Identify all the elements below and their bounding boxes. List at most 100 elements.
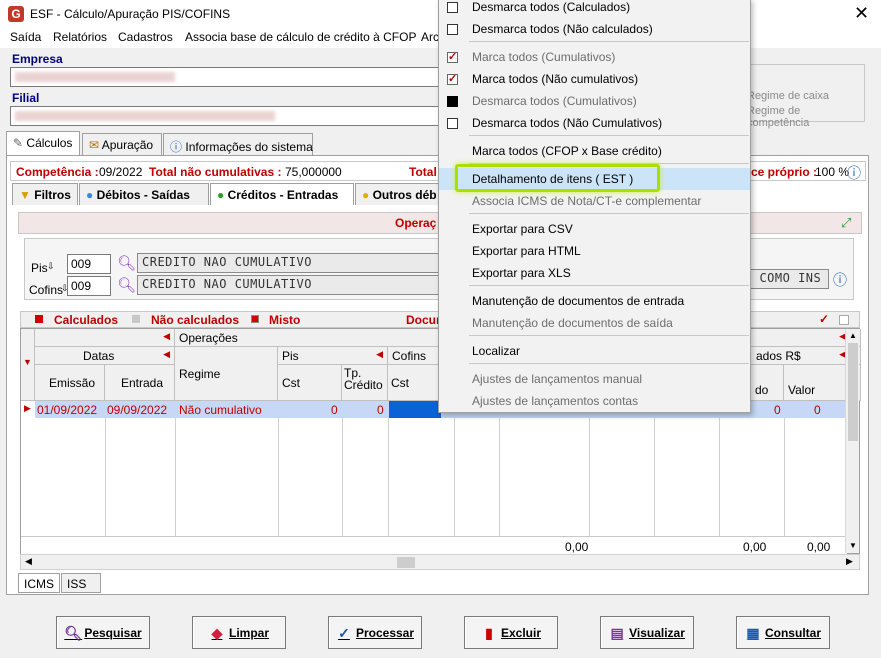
competencia-label: Competência : bbox=[16, 165, 99, 179]
indice-label: ce próprio : bbox=[751, 165, 818, 179]
scroll-right-icon[interactable]: ▶ bbox=[846, 556, 853, 567]
col-pis-cst[interactable]: Cst bbox=[278, 365, 342, 401]
menu-separator bbox=[469, 363, 749, 364]
grid-line bbox=[175, 418, 176, 536]
menu-ajustes-contas[interactable]: Ajustes de lançamentos contas bbox=[439, 390, 750, 412]
col-group-blank: ◀ bbox=[35, 329, 175, 347]
expand-icon[interactable]: ⤢ bbox=[841, 215, 851, 231]
menu-arquivo[interactable]: Arc bbox=[421, 30, 439, 44]
menu-saida[interactable]: Saída bbox=[10, 30, 41, 44]
checkbox-icon bbox=[447, 118, 458, 129]
menu-localizar[interactable]: Localizar bbox=[439, 340, 750, 362]
empresa-combo[interactable] bbox=[10, 67, 440, 87]
printer-icon: ▤ bbox=[610, 624, 624, 641]
close-icon[interactable]: ✕ bbox=[854, 4, 869, 22]
tab-informacoes[interactable]: ⓘ Informações do sistema bbox=[163, 133, 313, 155]
col-tp-credito[interactable]: Tp. Crédito bbox=[342, 365, 388, 401]
tab-filtros[interactable]: ▼ Filtros bbox=[12, 183, 78, 205]
tab-iss[interactable]: ISS bbox=[61, 573, 101, 593]
tab-outros[interactable]: ● Outros déb bbox=[355, 183, 445, 205]
tab-apuracao[interactable]: ✉ Apuração bbox=[82, 133, 162, 155]
cofins-search-icon[interactable]: 🔍︎ bbox=[117, 276, 136, 294]
limpar-button[interactable]: ◆ Limpar bbox=[192, 616, 286, 649]
blue-dot-icon: ● bbox=[86, 188, 94, 202]
app-logo-icon: G bbox=[8, 6, 24, 22]
pis-search-icon[interactable]: 🔍︎ bbox=[117, 254, 136, 272]
menu-exportar-html[interactable]: Exportar para HTML bbox=[439, 240, 750, 262]
menu-desmarca-calculados[interactable]: Desmarca todos (Calculados) bbox=[439, 0, 750, 18]
pesquisar-button[interactable]: 🔍︎ Pesquisar bbox=[56, 616, 150, 649]
scroll-left-icon[interactable]: ◀ bbox=[25, 556, 32, 567]
misto-swatch bbox=[251, 315, 259, 323]
col-entrada[interactable]: Entrada bbox=[105, 365, 175, 401]
filial-combo[interactable] bbox=[10, 106, 440, 126]
excluir-button[interactable]: ▮ Excluir bbox=[464, 616, 558, 649]
grid-line bbox=[454, 418, 455, 536]
menu-associa-icms[interactable]: Associa ICMS de Nota/CT-e complementar bbox=[439, 190, 750, 212]
cell-pis-cst: 0 bbox=[331, 403, 338, 417]
calc-icon: ✎ bbox=[13, 136, 24, 150]
total2-label: Total bbox=[409, 165, 437, 179]
grid-line bbox=[719, 418, 720, 536]
menu-cadastros[interactable]: Cadastros bbox=[118, 30, 173, 44]
grid-line bbox=[278, 418, 279, 536]
black-square-icon bbox=[447, 96, 458, 107]
pis-sort-icon: ⇩ bbox=[47, 261, 55, 271]
menu-marca-cfop[interactable]: Marca todos (CFOP x Base crédito) bbox=[439, 140, 750, 162]
consultar-button[interactable]: ▦ Consultar bbox=[736, 616, 830, 649]
grid-line bbox=[784, 418, 785, 536]
cell-entrada: 09/09/2022 bbox=[107, 403, 168, 417]
pis-code-input[interactable]: 009 bbox=[67, 254, 111, 274]
menu-associa-base[interactable]: Associa base de cálculo de crédito à CFO… bbox=[185, 30, 416, 44]
tab-icms[interactable]: ICMS bbox=[18, 573, 60, 593]
menu-manutencao-entrada[interactable]: Manutenção de documentos de entrada bbox=[439, 290, 750, 312]
col-emissao[interactable]: Emissão bbox=[35, 365, 105, 401]
pis-label: Pis bbox=[31, 261, 48, 275]
scroll-thumb[interactable] bbox=[848, 343, 858, 441]
info-icon[interactable]: ⓘ bbox=[833, 270, 847, 290]
info-icon: ⓘ bbox=[170, 140, 183, 154]
legend-misto: Misto bbox=[269, 313, 301, 327]
total-cell-3: 0,00 bbox=[807, 540, 831, 554]
info-icon[interactable]: ⓘ bbox=[847, 163, 861, 183]
col-regime[interactable]: Regime bbox=[175, 347, 278, 401]
menu-desmarca-cumulativos[interactable]: Desmarca todos (Cumulativos) bbox=[439, 90, 750, 112]
processar-button[interactable]: ✓ Processar bbox=[328, 616, 422, 649]
cell-cofins-cst-focus[interactable] bbox=[389, 401, 441, 418]
horizontal-scrollbar[interactable]: ◀ ▶ bbox=[20, 554, 860, 570]
grid-line bbox=[499, 418, 500, 536]
vertical-scrollbar[interactable]: ▲ ▼ bbox=[845, 329, 859, 553]
total-label: Total não cumulativas : bbox=[149, 165, 282, 179]
col-group-pis: Pis ◀ bbox=[278, 347, 388, 365]
hscroll-thumb[interactable] bbox=[397, 557, 415, 568]
regime-competencia[interactable]: Regime de competência bbox=[747, 105, 864, 129]
search-icon: 🔍︎ bbox=[64, 624, 83, 641]
regime-caixa[interactable]: Regime de caixa bbox=[747, 90, 829, 102]
tab-creditos[interactable]: ● Créditos - Entradas bbox=[210, 183, 354, 205]
cofins-code-input[interactable]: 009 bbox=[67, 276, 111, 296]
uncheck-all-checkbox[interactable] bbox=[839, 315, 849, 325]
tab-calculos[interactable]: ✎ Cálculos bbox=[6, 131, 80, 155]
menu-manutencao-saida[interactable]: Manutenção de documentos de saída bbox=[439, 312, 750, 334]
menu-exportar-csv[interactable]: Exportar para CSV bbox=[439, 218, 750, 240]
competencia-value: 09/2022 bbox=[99, 165, 143, 179]
cell-emissao: 01/09/2022 bbox=[37, 403, 98, 417]
menu-desmarca-nao-calculados[interactable]: Desmarca todos (Não calculados) bbox=[439, 18, 750, 40]
menu-desmarca-nao-cumulativos[interactable]: Desmarca todos (Não Cumulativos) bbox=[439, 112, 750, 134]
scroll-down-icon[interactable]: ▼ bbox=[849, 541, 857, 550]
empresa-label: Empresa bbox=[12, 52, 63, 66]
menu-ajustes-manual[interactable]: Ajustes de lançamentos manual bbox=[439, 368, 750, 390]
menu-exportar-xls[interactable]: Exportar para XLS bbox=[439, 262, 750, 284]
menu-marca-nao-cumulativos[interactable]: Marca todos (Não cumulativos) bbox=[439, 68, 750, 90]
menu-marca-cumulativos[interactable]: Marca todos (Cumulativos) bbox=[439, 46, 750, 68]
table-icon: ▦ bbox=[746, 624, 760, 641]
menu-relatorios[interactable]: Relatórios bbox=[53, 30, 107, 44]
legend-calculados: Calculados bbox=[54, 313, 119, 327]
tab-debitos[interactable]: ● Débitos - Saídas bbox=[79, 183, 209, 205]
visualizar-button[interactable]: ▤ Visualizar bbox=[600, 616, 694, 649]
scroll-up-icon[interactable]: ▲ bbox=[849, 331, 857, 340]
checkbox-icon bbox=[447, 24, 458, 35]
check-all-icon[interactable]: ✓ bbox=[819, 312, 829, 326]
cell-c1: 0 bbox=[774, 403, 781, 417]
empresa-value-blurred bbox=[15, 72, 175, 82]
